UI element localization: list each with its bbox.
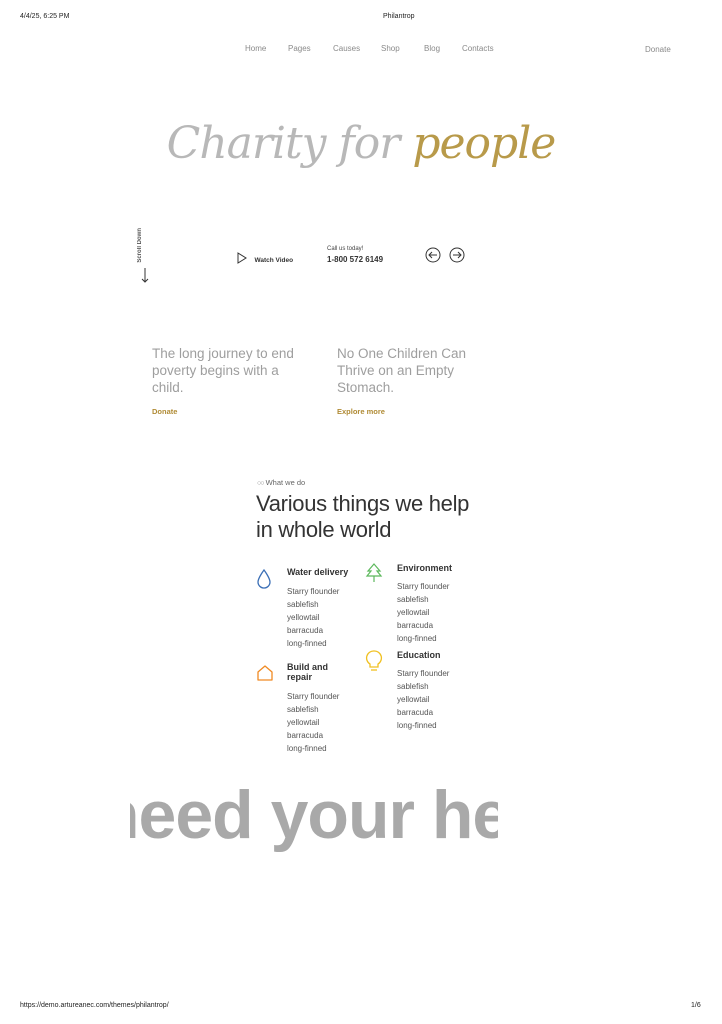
nav-blog[interactable]: Blog [424, 44, 440, 53]
arrow-down-icon[interactable] [140, 268, 150, 284]
print-datetime: 4/4/25, 6:25 PM [20, 13, 70, 20]
marquee-text: need your help [130, 778, 498, 853]
list-item: long-finned [397, 634, 437, 643]
list-item: yellowtail [397, 608, 430, 617]
list-item: long-finned [397, 721, 437, 730]
nav-donate-link[interactable]: Donate [645, 45, 671, 54]
service-title-education: Education [397, 650, 441, 660]
drop-icon [257, 569, 271, 589]
list-item: Starry flounder [287, 692, 340, 701]
list-item: Starry flounder [397, 582, 450, 591]
service-list-water: Starry flounder sablefish yellowtail bar… [287, 585, 339, 650]
nav-causes[interactable]: Causes [333, 44, 360, 53]
list-item: barracuda [397, 708, 434, 717]
watch-video-label: Watch Video [254, 257, 294, 264]
list-item: long-finned [287, 639, 327, 648]
nav-shop[interactable]: Shop [381, 44, 400, 53]
section-eyebrow: ○○ What we do [257, 478, 305, 487]
hero-title-part2: people [412, 118, 556, 169]
service-title-build: Build and repair [287, 662, 328, 682]
dots-icon: ○○ [257, 480, 265, 487]
card-explore-link[interactable]: Explore more [337, 407, 385, 416]
list-item: long-finned [287, 744, 327, 753]
nav-pages[interactable]: Pages [288, 44, 311, 53]
arrow-left-icon[interactable] [425, 247, 441, 263]
list-item: sablefish [287, 705, 319, 714]
print-page-number: 1/6 [691, 1002, 701, 1009]
list-item: barracuda [287, 626, 324, 635]
play-icon [237, 251, 247, 264]
service-title-water: Water delivery [287, 567, 349, 577]
house-icon [257, 665, 273, 681]
lightbulb-icon [366, 650, 382, 671]
watch-video-button[interactable]: Watch Video [237, 249, 293, 267]
print-url: https://demo.artureanec.com/themes/phila… [20, 1002, 169, 1009]
arrow-right-icon[interactable] [449, 247, 465, 263]
call-label: Call us today! [327, 246, 364, 252]
list-item: sablefish [397, 682, 429, 691]
service-list-environment: Starry flounder sablefish yellowtail bar… [397, 580, 449, 645]
nav-contacts[interactable]: Contacts [462, 44, 494, 53]
list-item: yellowtail [287, 718, 320, 727]
service-title-environment: Environment [397, 563, 453, 573]
section-heading: Various things we help in whole world [256, 491, 470, 542]
card-donate-link[interactable]: Donate [152, 407, 177, 416]
scroll-down-label[interactable]: Scroll Down [137, 228, 143, 263]
list-item: Starry flounder [397, 669, 450, 678]
list-item: barracuda [397, 621, 434, 630]
nav-home[interactable]: Home [245, 44, 266, 53]
list-item: barracuda [287, 731, 324, 740]
service-list-education: Starry flounder sablefish yellowtail bar… [397, 667, 449, 732]
card-title-hunger: No One Children Can Thrive on an Empty S… [337, 346, 467, 395]
service-list-build: Starry flounder sablefish yellowtail bar… [287, 690, 339, 755]
tree-icon [365, 563, 383, 582]
list-item: sablefish [397, 595, 429, 604]
phone-number[interactable]: 1-800 572 6149 [327, 255, 383, 264]
print-title: Philantrop [383, 13, 415, 20]
list-item: sablefish [287, 600, 319, 609]
marquee-banner: need your help [130, 778, 498, 858]
list-item: Starry flounder [287, 587, 340, 596]
hero-title: Charity for people [0, 118, 722, 169]
list-item: yellowtail [287, 613, 320, 622]
list-item: yellowtail [397, 695, 430, 704]
section-eyebrow-label: What we do [265, 478, 306, 487]
hero-title-part1: Charity for [166, 118, 401, 169]
card-title-poverty: The long journey to end poverty begins w… [152, 346, 294, 395]
